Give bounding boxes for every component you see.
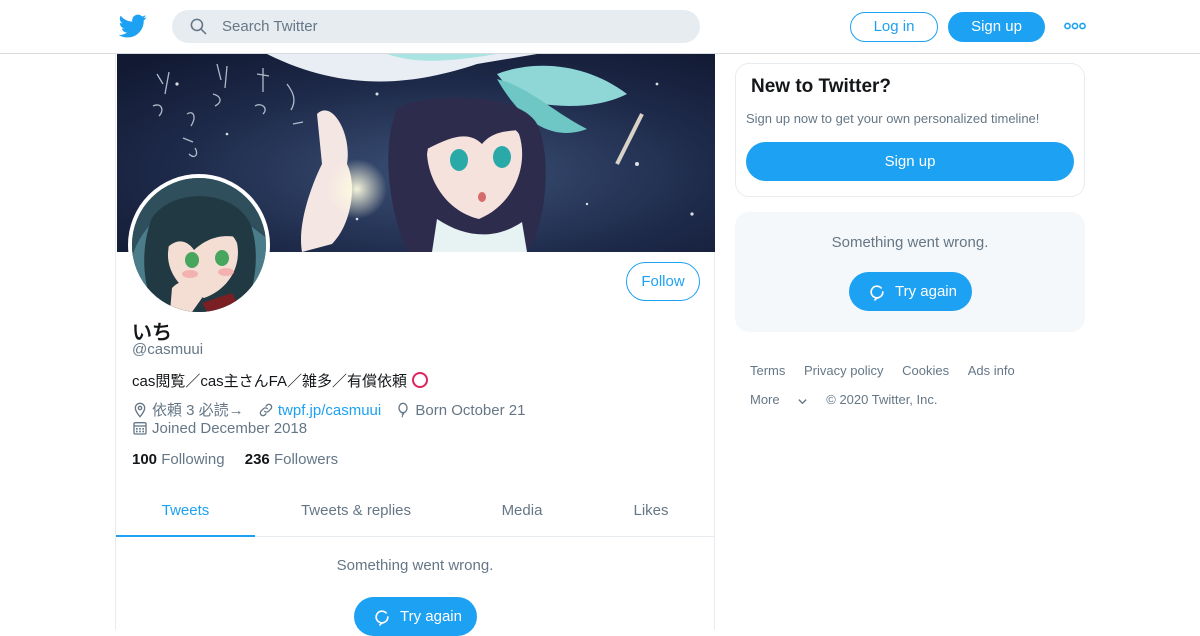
chevron-down-icon [797,399,807,405]
profile-tabs: Tweets Tweets & replies Media Likes [116,488,714,537]
location-pin-icon [134,402,146,418]
tab-tweets[interactable]: Tweets [116,488,255,537]
followers-stat[interactable]: 236 Followers [245,451,338,468]
profile-meta-row: 依頼 3 必読→ twpf.jp/casmuui Born October 21 [132,399,535,420]
link-icon [259,403,273,417]
signup-button[interactable]: Sign up [948,12,1045,42]
tab-likes[interactable]: Likes [621,488,681,537]
red-circle-icon [412,372,429,388]
sidebar-error-card: Something went wrong. Try again [735,212,1085,332]
sidebar-error-message: Something went wrong. [831,234,989,251]
search-box[interactable] [172,10,700,43]
search-icon [190,18,207,35]
footer-link-ads-info[interactable]: Ads info [968,363,1015,378]
timeline-retry-label: Try again [400,608,462,625]
timeline-retry-button[interactable]: Try again [354,597,477,636]
refresh-icon [375,610,389,626]
profile-birthday-text: Born October 21 [415,402,526,419]
footer-link-cookies[interactable]: Cookies [902,363,949,378]
footer-more-label: More [750,392,780,407]
profile-stats: 100 Following 236 Followers [132,451,354,468]
footer-link-privacy[interactable]: Privacy policy [804,363,883,378]
profile-website[interactable]: twpf.jp/casmuui [258,402,381,419]
timeline-error-message: Something went wrong. [336,557,494,574]
followers-label: Followers [273,451,339,468]
profile-joined-text: Joined December 2018 [152,420,308,437]
calendar-icon [133,422,147,435]
top-navigation-bar: Log in Sign up [0,0,1200,54]
new-to-twitter-card: New to Twitter? Sign up now to get your … [735,63,1085,197]
profile-handle[interactable]: @casmuui [132,341,203,358]
balloon-icon [398,402,409,418]
profile-website-link[interactable]: twpf.jp/casmuui [278,402,381,419]
profile-avatar[interactable] [128,174,270,316]
profile-birthday: Born October 21 [395,402,525,419]
refresh-icon [870,285,884,301]
profile-location: 依頼 3 必読→ [132,399,244,420]
sidebar-retry-button[interactable]: Try again [849,272,972,311]
footer-more-button[interactable]: More [750,392,808,407]
following-label: Following [161,451,225,468]
footer-link-terms[interactable]: Terms [750,363,785,378]
profile-joined: Joined December 2018 [132,420,307,437]
following-stat[interactable]: 100 Following [132,451,225,468]
tab-tweets-replies[interactable]: Tweets & replies [286,488,426,537]
new-to-twitter-title: New to Twitter? [751,76,892,97]
following-count: 100 [132,451,158,468]
sidebar-signup-button[interactable]: Sign up [746,142,1074,181]
followers-count: 236 [244,451,270,468]
profile-location-text: 依頼 3 必読→ [152,402,244,419]
sidebar-retry-label: Try again [895,283,957,300]
profile-bio-text: cas閲覧／cas主さんFA／雑多／有償依頼 [132,373,408,390]
footer-copyright: © 2020 Twitter, Inc. [826,392,938,407]
more-dots-icon[interactable] [1064,20,1086,32]
new-to-twitter-text: Sign up now to get your own personalized… [746,111,1040,126]
twitter-bird-icon[interactable] [119,12,147,40]
search-input[interactable] [222,10,682,43]
login-button[interactable]: Log in [850,12,938,42]
profile-bio: cas閲覧／cas主さんFA／雑多／有償依頼 [132,370,429,391]
profile-column: Follow いち @casmuui cas閲覧／cas主さんFA／雑多／有償依… [115,54,715,636]
follow-button[interactable]: Follow [626,262,700,301]
tab-media[interactable]: Media [486,488,558,537]
